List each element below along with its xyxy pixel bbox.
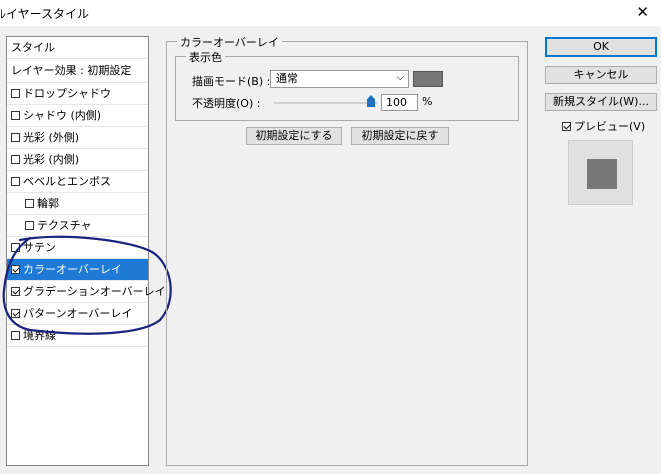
- style-item[interactable]: 境界線: [7, 325, 148, 347]
- cancel-button[interactable]: キャンセル: [545, 66, 657, 84]
- close-icon[interactable]: ✕: [636, 3, 649, 21]
- checkbox-checked-icon[interactable]: [11, 264, 20, 274]
- style-item-label: ドロップシャドウ: [23, 87, 111, 100]
- blend-mode-value: 通常: [276, 72, 298, 85]
- style-list: スタイル レイヤー効果 : 初期設定 ドロップシャドウ シャドウ (内側) 光彩 (…: [6, 36, 166, 466]
- style-item[interactable]: パターンオーバーレイ: [7, 303, 148, 325]
- panel-title: カラーオーバーレイ: [177, 34, 282, 50]
- style-list-header[interactable]: スタイル: [7, 37, 148, 59]
- style-item[interactable]: 光彩 (外側): [7, 127, 148, 149]
- style-item-label: テクスチャ: [37, 219, 92, 232]
- style-item[interactable]: ドロップシャドウ: [7, 83, 148, 105]
- preview-checkbox[interactable]: プレビュー(V): [562, 118, 645, 134]
- checkbox-icon[interactable]: [11, 132, 20, 142]
- overlay-color-swatch[interactable]: [413, 71, 443, 87]
- blend-mode-select[interactable]: 通常 ⌵: [270, 70, 409, 88]
- style-list-effects-label[interactable]: レイヤー効果 : 初期設定: [7, 59, 148, 83]
- color-overlay-panel: カラーオーバーレイ 表示色 描画モード(B) : 通常 ⌵ 不透明度(O) : …: [166, 34, 528, 466]
- checkbox-icon[interactable]: [11, 110, 20, 120]
- opacity-slider-thumb[interactable]: [367, 95, 375, 107]
- style-list-items: ドロップシャドウ シャドウ (内側) 光彩 (外側) 光彩 (内側) ベベルとエンボス輪…: [7, 83, 166, 347]
- style-item-label: シャドウ (内側): [23, 109, 102, 122]
- section-title: 表示色: [186, 49, 225, 65]
- style-item[interactable]: シャドウ (内側): [7, 105, 148, 127]
- style-item-label: 輪郭: [37, 197, 59, 210]
- color-section: 表示色 描画モード(B) : 通常 ⌵ 不透明度(O) : 100 %: [175, 49, 519, 121]
- style-item-label: グラデーションオーバーレイ: [23, 285, 166, 298]
- checkbox-icon[interactable]: [11, 176, 20, 186]
- style-item-label: カラーオーバーレイ: [23, 263, 122, 276]
- title-bar: ﾚイヤースタイル ✕: [0, 0, 661, 26]
- style-item[interactable]: カラーオーバーレイ: [7, 259, 148, 281]
- preview-label: プレビュー(V): [574, 120, 646, 133]
- checkbox-checked-icon[interactable]: [11, 308, 20, 318]
- make-default-button[interactable]: 初期設定にする: [246, 127, 342, 145]
- style-item[interactable]: テクスチャ: [7, 215, 148, 237]
- reset-default-button[interactable]: 初期設定に戻す: [351, 127, 449, 145]
- blend-mode-label: 描画モード(B) :: [192, 75, 271, 88]
- window-title: ﾚイヤースタイル: [0, 7, 90, 21]
- chevron-down-icon: ⌵: [396, 72, 404, 83]
- opacity-input[interactable]: 100: [381, 94, 418, 111]
- style-item[interactable]: サテン: [7, 237, 148, 259]
- checkbox-icon[interactable]: [11, 242, 20, 252]
- style-item[interactable]: グラデーションオーバーレイ: [7, 281, 166, 303]
- style-item-label: パターンオーバーレイ: [23, 307, 133, 320]
- style-item-label: 光彩 (内側): [23, 153, 80, 166]
- style-item-label: ベベルとエンボス: [23, 175, 111, 188]
- style-item-label: 境界線: [23, 329, 56, 342]
- checkbox-icon[interactable]: [11, 154, 20, 164]
- preview-swatch: [587, 159, 617, 189]
- checkbox-icon[interactable]: [11, 88, 20, 98]
- opacity-unit: %: [422, 95, 433, 108]
- ok-button[interactable]: OK: [545, 37, 657, 57]
- checkbox-icon[interactable]: [25, 198, 34, 208]
- style-item-label: 光彩 (外側): [23, 131, 80, 144]
- style-item[interactable]: 光彩 (内側): [7, 149, 148, 171]
- opacity-slider-track[interactable]: [274, 102, 377, 104]
- new-style-button[interactable]: 新規スタイル(W)...: [545, 93, 657, 111]
- style-item-label: サテン: [23, 241, 56, 254]
- preview-check-icon[interactable]: [562, 121, 571, 131]
- style-preview: [568, 140, 633, 205]
- style-item[interactable]: 輪郭: [7, 193, 148, 215]
- style-item[interactable]: ベベルとエンボス: [7, 171, 148, 193]
- checkbox-icon[interactable]: [25, 220, 34, 230]
- checkbox-checked-icon[interactable]: [11, 286, 20, 296]
- checkbox-icon[interactable]: [11, 330, 20, 340]
- opacity-label: 不透明度(O) :: [192, 97, 261, 110]
